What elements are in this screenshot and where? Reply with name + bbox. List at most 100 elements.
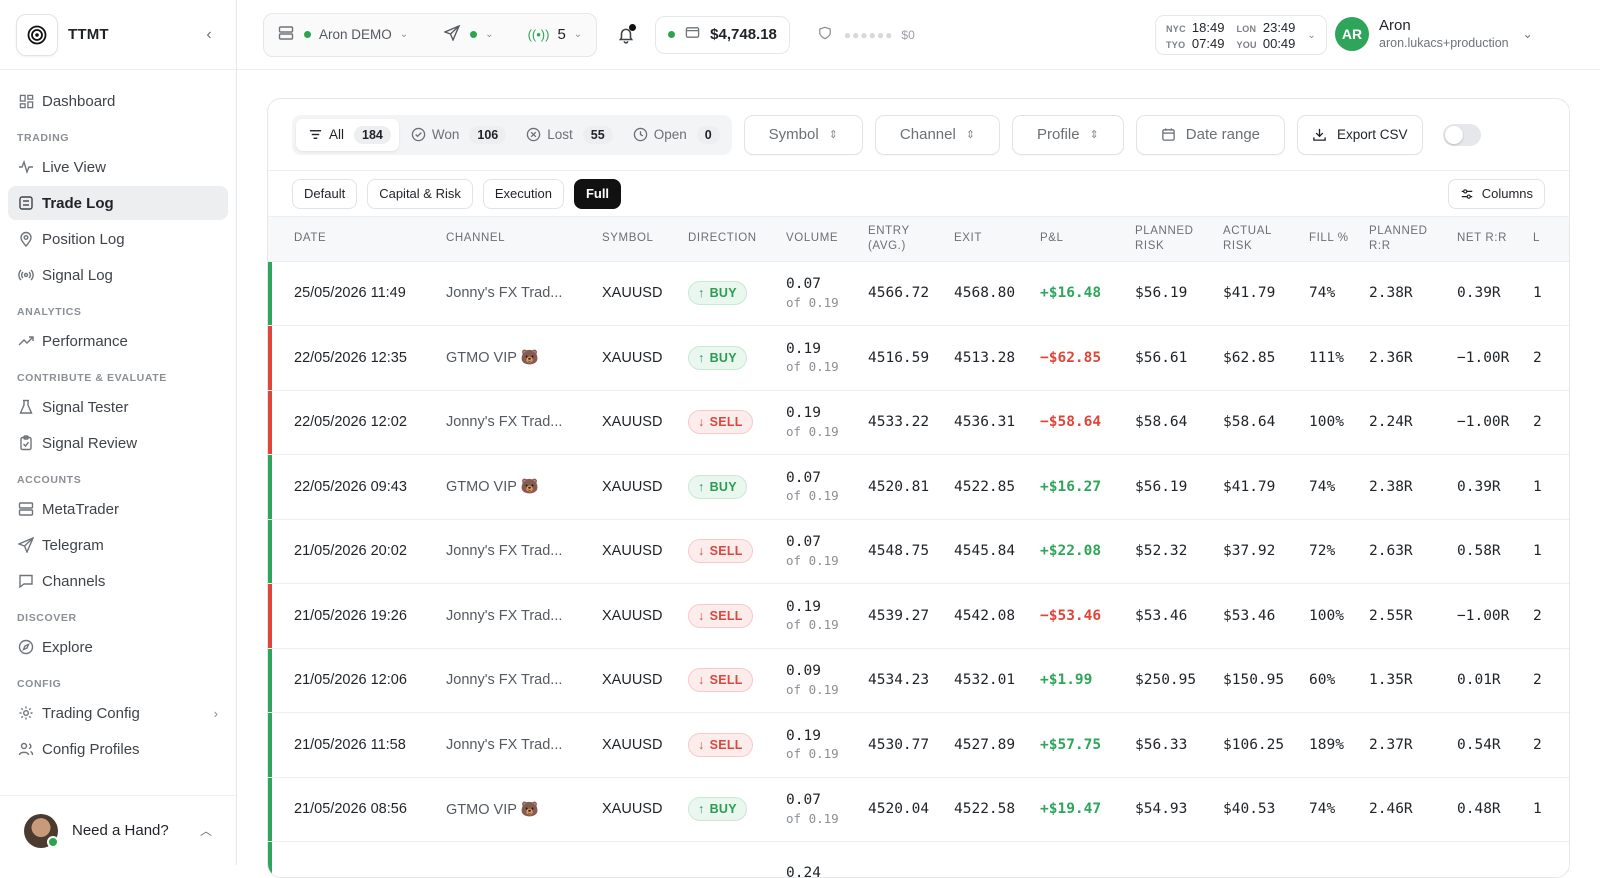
planned-risk: $56.19	[1135, 479, 1187, 495]
account-selector[interactable]: Aron DEMO ⌄	[278, 25, 408, 44]
cell-symbol: XAUUSD	[602, 326, 688, 391]
cell-planned-rr: 2.38R	[1369, 455, 1457, 520]
preset-capital-risk[interactable]: Capital & Risk	[367, 179, 473, 209]
col-direction[interactable]: Direction	[688, 217, 786, 261]
cell-fill	[1309, 842, 1369, 878]
col-actual-risk[interactable]: Actual risk	[1223, 217, 1309, 261]
brand-header: TTMT ‹	[0, 0, 236, 70]
pulse-icon	[18, 159, 34, 175]
table-row[interactable]: 21/05/2026 12:06Jonny's FX Trad... XAUUS…	[268, 648, 1570, 713]
logo-icon[interactable]	[16, 14, 58, 56]
sidebar-item-live-view[interactable]: Live View	[8, 150, 228, 184]
profile-filter[interactable]: Profile ⇕	[1012, 115, 1124, 155]
sidebar-item-trade-log[interactable]: Trade Log	[8, 186, 228, 220]
sidebar-item-config-profiles[interactable]: Config Profiles	[8, 732, 228, 766]
preset-execution[interactable]: Execution	[483, 179, 564, 209]
col-pnl[interactable]: P&L	[1040, 217, 1135, 261]
cell-volume: 0.07of 0.19	[786, 519, 868, 584]
arrow-down-icon: ↓	[698, 673, 705, 687]
sidebar-item-label: Trade Log	[42, 195, 114, 212]
table-row[interactable]: 22/05/2026 09:43GTMO VIP 🐻XAUUSD↑BUY0.07…	[268, 455, 1570, 520]
fill-percent: 74%	[1309, 285, 1335, 301]
table-row[interactable]: 25/05/2026 11:49Jonny's FX Trad... XAUUS…	[268, 261, 1570, 326]
cell-fill: 60%	[1309, 648, 1369, 713]
cell-next: 1	[1533, 519, 1570, 584]
preset-default[interactable]: Default	[292, 179, 357, 209]
entry-price: 4566.72	[868, 285, 929, 301]
table-row[interactable]: 22/05/2026 12:35GTMO VIP 🐻XAUUSD↑BUY0.19…	[268, 326, 1570, 391]
telegram-status[interactable]: ⌄	[444, 25, 493, 44]
columns-button[interactable]: Columns	[1448, 179, 1545, 209]
filter-all[interactable]: All 184	[296, 119, 399, 151]
col-planned-rr[interactable]: Planned R:R	[1369, 217, 1457, 261]
col-entry[interactable]: Entry (avg.)	[868, 217, 954, 261]
sidebar-item-signal-tester[interactable]: Signal Tester	[8, 390, 228, 424]
x-circle-icon	[526, 127, 541, 142]
filter-open[interactable]: Open 0	[621, 119, 728, 151]
preset-full[interactable]: Full	[574, 179, 621, 209]
cell-pnl: +$22.08	[1040, 519, 1135, 584]
cell-fill: 74%	[1309, 777, 1369, 842]
sidebar-item-performance[interactable]: Performance	[8, 324, 228, 358]
cell-symbol: XAUUSD	[602, 519, 688, 584]
cell-fill: 74%	[1309, 455, 1369, 520]
trade-log-card: All 184 Won 106 Lost 55 Open 0 Symbol ⇕	[267, 98, 1570, 878]
chevron-up-icon[interactable]: ︿	[200, 822, 212, 839]
direction-label: SELL	[710, 738, 743, 752]
risk-meter[interactable]: ●●●●●● $0	[818, 26, 915, 43]
filter-lost[interactable]: Lost 55	[514, 119, 620, 151]
entry-price: 4520.81	[868, 479, 929, 495]
view-toggle[interactable]	[1443, 124, 1481, 146]
table-row[interactable]: 0.24	[268, 842, 1570, 878]
date-range-filter[interactable]: Date range	[1136, 115, 1285, 155]
sidebar-item-trading-config[interactable]: Trading Config ›	[8, 696, 228, 730]
cell-planned-rr: 2.37R	[1369, 713, 1457, 778]
signal-count-selector[interactable]: ((•)) 5 ⌄	[528, 26, 583, 43]
filter-won[interactable]: Won 106	[399, 119, 514, 151]
next-col-value: 2	[1533, 608, 1542, 624]
sidebar-item-explore[interactable]: Explore	[8, 630, 228, 664]
col-volume[interactable]: Volume	[786, 217, 868, 261]
sidebar-item-telegram[interactable]: Telegram	[8, 528, 228, 562]
bell-icon[interactable]	[613, 22, 639, 48]
col-net-rr[interactable]: Net R:R	[1457, 217, 1533, 261]
balance-display[interactable]: $4,748.18	[655, 16, 790, 54]
help-widget[interactable]: Need a Hand? ︿	[0, 795, 236, 865]
column-presets: Default Capital & Risk Execution Full Co…	[268, 171, 1569, 217]
signal-icon	[18, 267, 34, 283]
col-fill[interactable]: Fill %	[1309, 217, 1369, 261]
sidebar-item-signal-log[interactable]: Signal Log	[8, 258, 228, 292]
col-exit[interactable]: Exit	[954, 217, 1040, 261]
sidebar-item-signal-review[interactable]: Signal Review	[8, 426, 228, 460]
volume-total: of 0.19	[786, 682, 862, 699]
symbol-filter[interactable]: Symbol ⇕	[744, 115, 863, 155]
channel-filter[interactable]: Channel ⇕	[875, 115, 1000, 155]
sidebar-item-label: Live View	[42, 159, 106, 176]
table-row[interactable]: 21/05/2026 19:26Jonny's FX Trad... XAUUS…	[268, 584, 1570, 649]
table-row[interactable]: 21/05/2026 20:02Jonny's FX Trad... XAUUS…	[268, 519, 1570, 584]
sidebar-item-label: Trading Config	[42, 705, 140, 722]
volume-total: of 0.19	[786, 359, 862, 376]
cell-pnl: −$58.64	[1040, 390, 1135, 455]
user-menu[interactable]: AR Aron aron.lukacs+production ⌄	[1335, 17, 1533, 51]
col-date[interactable]: Date	[268, 217, 446, 261]
col-planned-risk[interactable]: Planned risk	[1135, 217, 1223, 261]
sidebar-item-channels[interactable]: Channels	[8, 564, 228, 598]
world-clocks[interactable]: NYC 18:49 TYO 07:49 LON 23:49 YOU 00:49 …	[1155, 15, 1327, 55]
table-row[interactable]: 21/05/2026 11:58Jonny's FX Trad... XAUUS…	[268, 713, 1570, 778]
fill-percent: 74%	[1309, 801, 1335, 817]
col-channel[interactable]: Channel	[446, 217, 602, 261]
cell-entry: 4533.22	[868, 390, 954, 455]
cell-channel: GTMO VIP 🐻	[446, 777, 602, 842]
collapse-chevron-icon[interactable]: ‹	[198, 26, 220, 44]
direction-badge: ↑BUY	[688, 475, 747, 499]
col-symbol[interactable]: Symbol	[602, 217, 688, 261]
sidebar-item-dashboard[interactable]: Dashboard	[8, 84, 228, 118]
table-row[interactable]: 22/05/2026 12:02Jonny's FX Trad... XAUUS…	[268, 390, 1570, 455]
table-row[interactable]: 21/05/2026 08:56GTMO VIP 🐻XAUUSD↑BUY0.07…	[268, 777, 1570, 842]
export-csv-button[interactable]: Export CSV	[1297, 115, 1423, 155]
sidebar-item-position-log[interactable]: Position Log	[8, 222, 228, 256]
sidebar-item-metatrader[interactable]: MetaTrader	[8, 492, 228, 526]
clock-group-1: NYC 18:49 TYO 07:49	[1166, 20, 1224, 51]
col-next[interactable]: L	[1533, 217, 1570, 261]
